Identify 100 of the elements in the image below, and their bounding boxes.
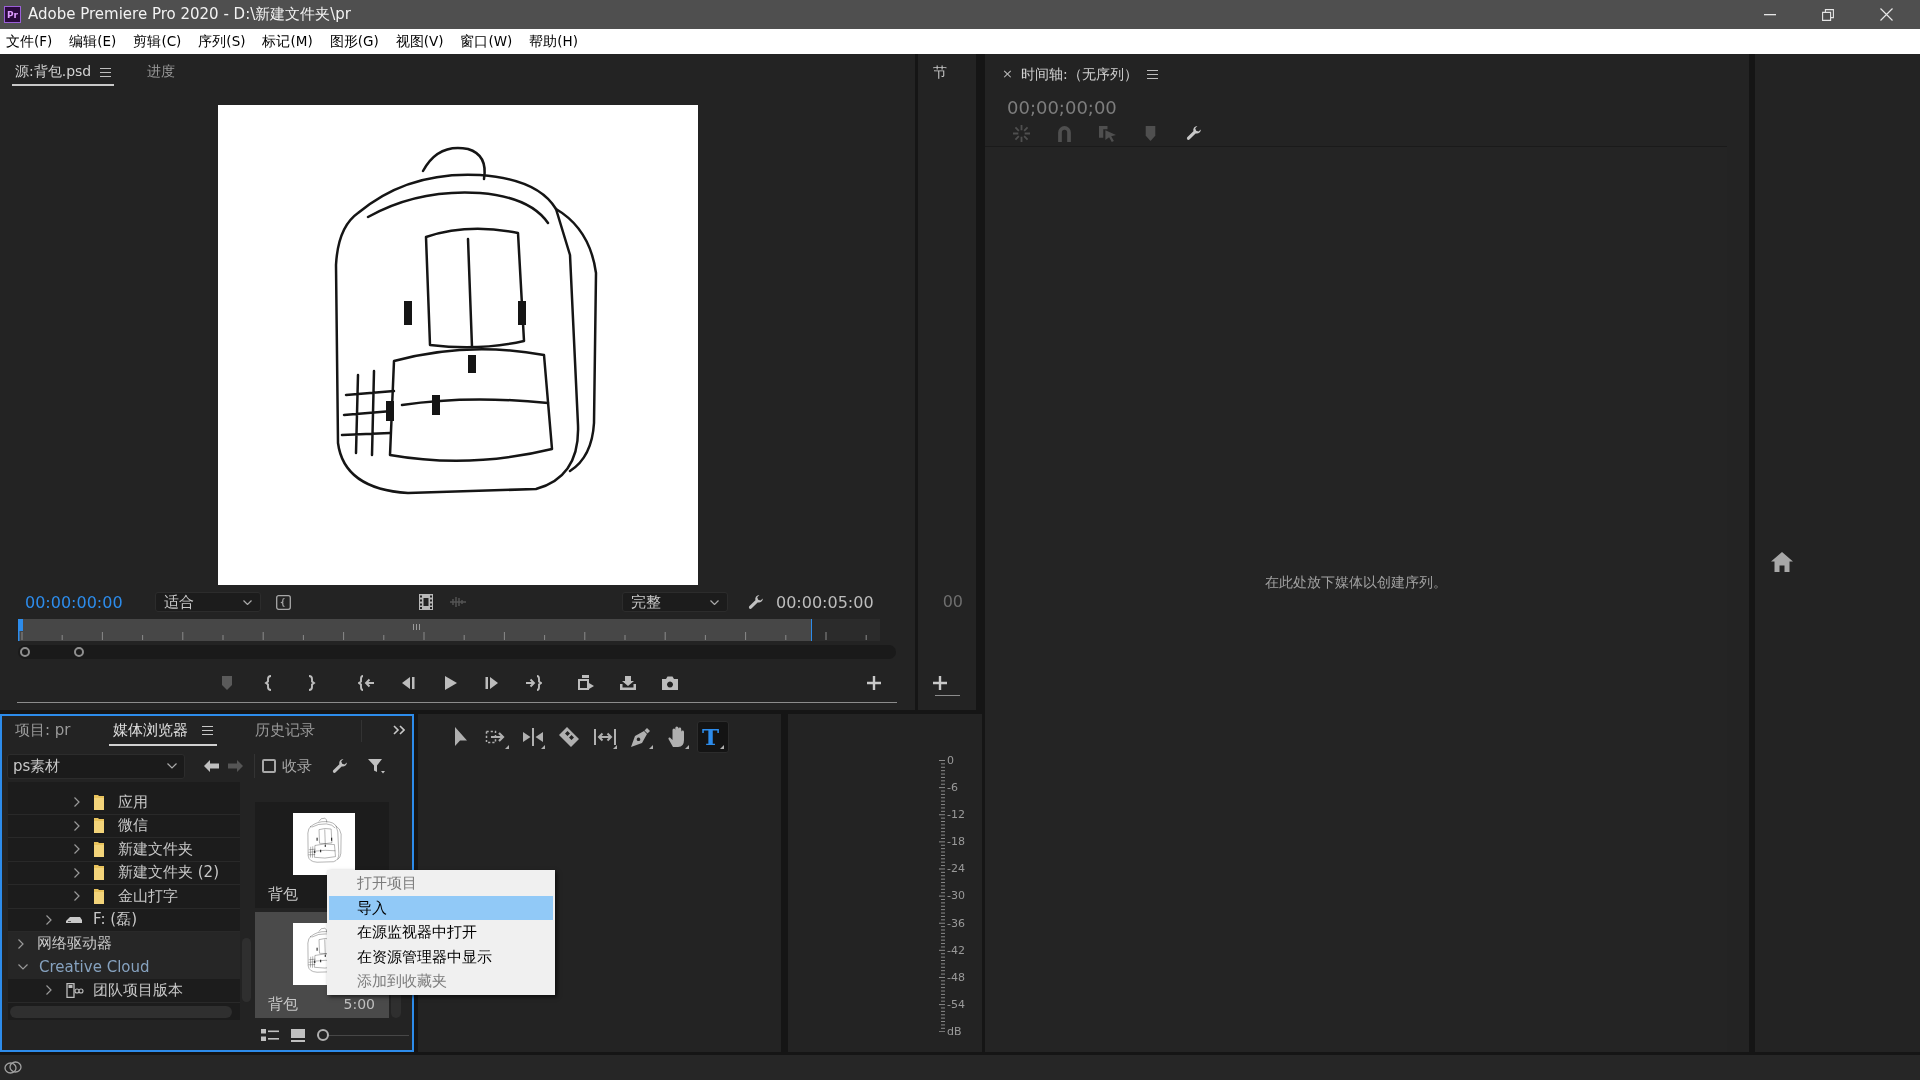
razor-blade-icon bbox=[557, 725, 581, 749]
meter-scale-label: -18 bbox=[947, 834, 966, 851]
range-handle[interactable] bbox=[20, 647, 30, 657]
resolution-dropdown[interactable]: 完整 bbox=[622, 592, 728, 612]
panel-menu-icon[interactable] bbox=[201, 725, 213, 735]
menu-item[interactable]: 图形(G) bbox=[324, 32, 384, 51]
interlocked-rings-icon[interactable] bbox=[4, 1061, 22, 1074]
chevron-right-icon[interactable] bbox=[18, 938, 24, 949]
meter-scale-label: -30 bbox=[947, 888, 966, 905]
brace-box-icon[interactable] bbox=[276, 594, 291, 610]
meter-scale-label: -24 bbox=[947, 861, 966, 878]
caret-icon bbox=[243, 599, 252, 605]
folder-icon bbox=[94, 888, 104, 904]
tree-row[interactable]: 新建文件夹 bbox=[8, 838, 240, 862]
zoom-scrollbar[interactable] bbox=[18, 645, 896, 659]
tree-item-label: 金山打字 bbox=[118, 886, 178, 906]
tree-item-label: F: (磊) bbox=[93, 910, 137, 930]
menu-item[interactable]: 文件(F) bbox=[1, 32, 58, 51]
panel-menu-icon[interactable] bbox=[100, 67, 112, 77]
tree-row[interactable]: 金山打字 bbox=[8, 885, 240, 909]
menu-item[interactable]: 帮助(H) bbox=[524, 32, 583, 51]
playhead[interactable] bbox=[18, 619, 23, 641]
wrench-icon[interactable] bbox=[1185, 125, 1202, 142]
home-icon[interactable] bbox=[1771, 552, 1793, 572]
chevron-right-icon[interactable] bbox=[74, 820, 80, 831]
clip-duration: 5:00 bbox=[343, 996, 375, 1012]
tree-row[interactable]: 团队项目版本 bbox=[8, 979, 240, 1003]
box-arrow-icon[interactable] bbox=[578, 675, 594, 691]
plus-icon[interactable] bbox=[867, 676, 881, 690]
playhead-timecode[interactable]: 00:00:00:00 bbox=[25, 592, 135, 612]
timecode: 00 bbox=[942, 592, 963, 612]
chevron-right-icon[interactable] bbox=[74, 867, 80, 878]
timecode[interactable]: 00;00;00;00 bbox=[1007, 96, 1117, 120]
tree-row[interactable]: 应用 bbox=[8, 791, 240, 815]
play-icon[interactable] bbox=[442, 675, 458, 691]
panel-tab[interactable]: 进度 bbox=[144, 62, 179, 86]
step-back-icon[interactable] bbox=[400, 675, 416, 691]
corner-triangle-icon bbox=[720, 745, 725, 749]
chevron-right-icon[interactable] bbox=[46, 985, 52, 996]
menu-item[interactable]: 窗口(W) bbox=[455, 32, 518, 51]
tree-item-label: 应用 bbox=[118, 792, 148, 812]
document-link-icon bbox=[66, 982, 84, 998]
panel-tab[interactable]: 源:背包.psd bbox=[12, 62, 115, 86]
ingest-checkbox[interactable] bbox=[262, 759, 276, 773]
chevron-right-icon[interactable] bbox=[46, 914, 52, 925]
panel-tab[interactable]: 时间轴:（无序列） bbox=[1020, 65, 1138, 83]
panel-tab[interactable]: 节 bbox=[933, 62, 947, 82]
tray-arrow-icon[interactable] bbox=[620, 675, 636, 691]
list-view-icon[interactable] bbox=[261, 1029, 279, 1041]
wrench-icon[interactable] bbox=[331, 757, 348, 775]
range-handle[interactable] bbox=[74, 647, 84, 657]
empty-timeline-message: 在此处放下媒体以创建序列。 bbox=[1265, 573, 1447, 592]
duration-timecode: 00:00:05:00 bbox=[776, 592, 874, 612]
menu-item[interactable]: 序列(S) bbox=[193, 32, 251, 51]
slider-thumb[interactable] bbox=[317, 1029, 329, 1041]
chevron-right-icon[interactable] bbox=[74, 891, 80, 902]
arrow-left-icon[interactable] bbox=[204, 760, 219, 772]
chevron-right-icon[interactable] bbox=[74, 797, 80, 808]
menu-item[interactable]: 导入 bbox=[329, 895, 553, 920]
caret-icon bbox=[167, 763, 177, 769]
tree-row[interactable]: Creative Cloud bbox=[8, 955, 240, 979]
menu-item[interactable]: 编辑(E) bbox=[64, 32, 122, 51]
minimize-icon[interactable] bbox=[1764, 13, 1776, 16]
panel-tab[interactable]: 媒体浏览器 bbox=[108, 720, 217, 746]
folder-icon bbox=[94, 794, 104, 810]
menu-item[interactable]: 视图(V) bbox=[390, 32, 449, 51]
step-forward-icon[interactable] bbox=[484, 675, 500, 691]
panel-menu-icon[interactable] bbox=[1146, 69, 1158, 79]
brace-arrow-right-icon[interactable] bbox=[526, 675, 542, 691]
location-dropdown[interactable]: ps素材 bbox=[7, 753, 185, 779]
filmstrip-icon[interactable] bbox=[419, 594, 433, 610]
chevron-down-icon[interactable] bbox=[18, 964, 28, 971]
close-button[interactable]: × bbox=[1002, 65, 1013, 83]
plus-icon[interactable] bbox=[933, 676, 947, 690]
tree-row[interactable]: 新建文件夹 (2) bbox=[8, 861, 240, 885]
tool-button[interactable]: T bbox=[697, 721, 729, 753]
tree-item-label: 网络驱动器 bbox=[37, 934, 112, 954]
restore-icon[interactable] bbox=[1822, 8, 1834, 21]
tree-row[interactable]: 网络驱动器 bbox=[8, 932, 240, 956]
hand-icon bbox=[665, 725, 689, 749]
zoom-dropdown[interactable]: 适合 bbox=[155, 592, 261, 612]
filter-icon[interactable] bbox=[368, 757, 385, 775]
menu-item[interactable]: 剪辑(C) bbox=[128, 32, 187, 51]
tree-item-label: 新建文件夹 (2) bbox=[118, 863, 219, 883]
wrench-icon[interactable] bbox=[747, 593, 764, 611]
thumbnail-view-icon[interactable] bbox=[291, 1028, 305, 1042]
menu-item[interactable]: 标记(M) bbox=[257, 32, 318, 51]
panel-tab[interactable]: 项目: pr bbox=[11, 720, 75, 746]
folder-icon bbox=[94, 818, 104, 834]
close-icon[interactable] bbox=[1880, 8, 1893, 21]
chevron-right-icon[interactable] bbox=[74, 844, 80, 855]
tree-item-label: 新建文件夹 bbox=[118, 839, 193, 859]
meter-scale-label: -12 bbox=[947, 807, 966, 824]
double-chevron-icon[interactable] bbox=[393, 725, 405, 735]
folder-icon bbox=[94, 841, 104, 857]
panel-tab[interactable]: 历史记录 bbox=[250, 720, 319, 746]
brace-arrow-left-icon[interactable] bbox=[358, 675, 374, 691]
ripple-arrows-icon bbox=[521, 725, 545, 749]
camera-icon[interactable] bbox=[662, 675, 678, 691]
meter-scale-label: -54 bbox=[947, 996, 966, 1013]
